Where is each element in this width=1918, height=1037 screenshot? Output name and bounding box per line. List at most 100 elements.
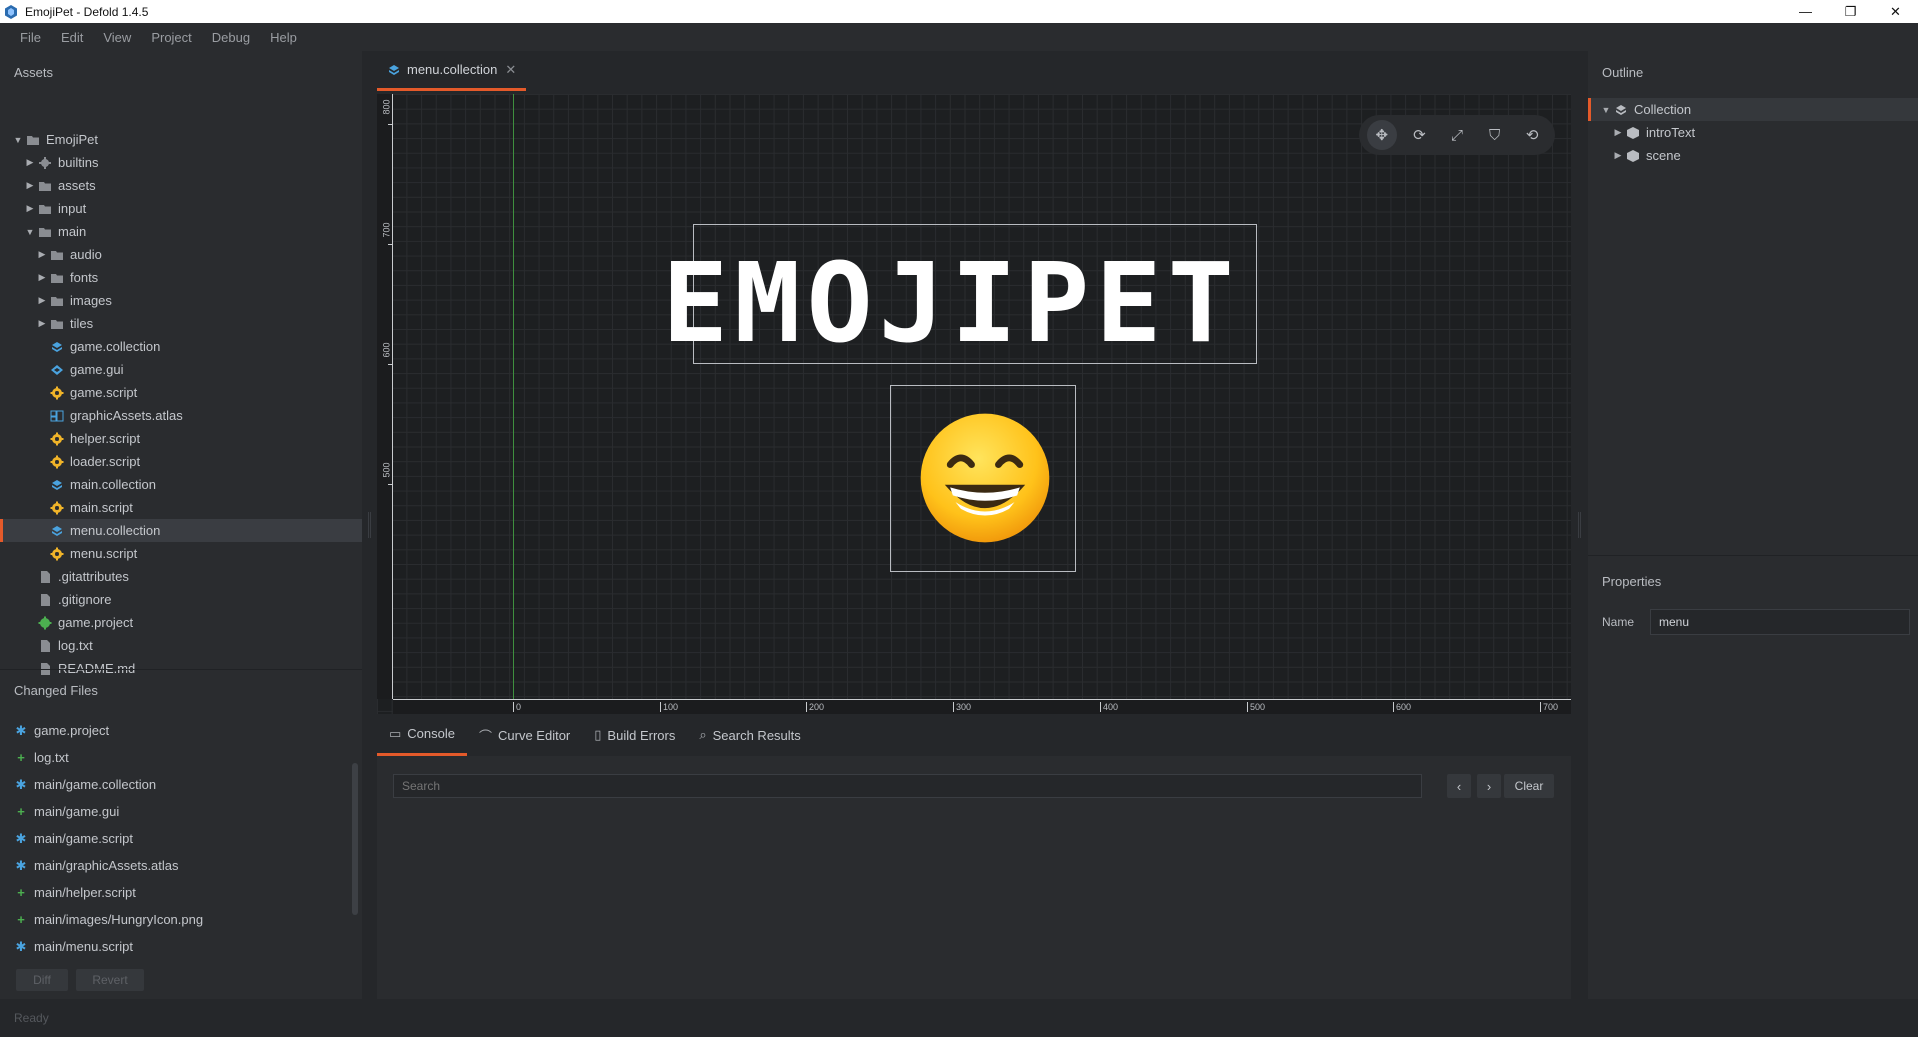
asset-item-tiles[interactable]: ▶ tiles [0, 312, 362, 335]
tab-close-icon[interactable]: ✕ [505, 62, 516, 78]
changed-file-item[interactable]: + main/images/HungryIcon.png [14, 906, 203, 933]
expand-arrow-icon[interactable]: ▼ [12, 134, 24, 146]
asset-item-label: fonts [70, 270, 99, 285]
changed-file-item[interactable]: + main/helper.script [14, 879, 136, 906]
outline-item-introtext[interactable]: ▶ introText [1612, 121, 1696, 144]
close-window-button[interactable]: ✕ [1873, 0, 1918, 23]
ruler-h-label: 200 [809, 702, 825, 712]
asset-item-graphicassets-atlas[interactable]: graphicAssets.atlas [0, 404, 362, 427]
changed-file-item[interactable]: + log.txt [14, 744, 68, 771]
asset-item-main[interactable]: ▼ main [0, 220, 362, 243]
arrow-spacer [24, 640, 36, 652]
changed-file-label: main/game.collection [34, 777, 157, 792]
scale-tool-icon[interactable]: ⤢ [1442, 120, 1472, 150]
outline-item-scene[interactable]: ▶ scene [1612, 144, 1681, 167]
expand-arrow-icon[interactable]: ▼ [24, 226, 36, 238]
asset-item-fonts[interactable]: ▶ fonts [0, 266, 362, 289]
expand-arrow-icon[interactable]: ▶ [36, 249, 48, 261]
arrow-spacer [36, 502, 48, 514]
changed-file-item[interactable]: ✱ main/menu.script [14, 933, 133, 960]
diff-button[interactable]: Diff [16, 969, 68, 991]
asset-item-helper-script[interactable]: helper.script [0, 427, 362, 450]
menu-debug[interactable]: Debug [212, 30, 250, 45]
asset-item-menu-collection[interactable]: menu.collection [0, 519, 362, 542]
tab-menu-collection[interactable]: menu.collection ✕ [377, 51, 527, 91]
asset-item-assets[interactable]: ▶ assets [0, 174, 362, 197]
changed-file-item[interactable]: + main/game.gui [14, 798, 119, 825]
tab-build-errors[interactable]: ▯ Build Errors [582, 714, 687, 756]
asset-item-gitignore[interactable]: .gitignore [0, 588, 362, 611]
name-property-field[interactable]: menu [1650, 609, 1910, 635]
title-bar: EmojiPet - Defold 1.4.5 — ❐ ✕ [0, 0, 1918, 23]
rotate-tool-icon[interactable]: ⟳ [1404, 120, 1434, 150]
asset-item-emojipet[interactable]: ▼ EmojiPet [0, 128, 362, 151]
expand-arrow-icon[interactable]: ▶ [24, 157, 36, 169]
menu-project[interactable]: Project [151, 30, 191, 45]
asset-item-main-script[interactable]: main.script [0, 496, 362, 519]
expand-arrow-icon[interactable]: ▶ [36, 318, 48, 330]
menu-view[interactable]: View [103, 30, 131, 45]
changed-file-item[interactable]: ✱ main/game.script [14, 825, 133, 852]
asset-item-gitattributes[interactable]: .gitattributes [0, 565, 362, 588]
clear-console-button[interactable]: Clear [1504, 774, 1554, 798]
asset-item-game-gui[interactable]: game.gui [0, 358, 362, 381]
tab-search-results-label: Search Results [712, 727, 801, 743]
asset-item-loader-script[interactable]: loader.script [0, 450, 362, 473]
expand-arrow-icon[interactable]: ▶ [24, 180, 36, 192]
minimize-button[interactable]: — [1783, 0, 1828, 23]
previous-match-button[interactable]: ‹ [1447, 774, 1471, 798]
atlas-icon [50, 409, 64, 423]
changed-file-item[interactable]: ✱ main/graphicAssets.atlas [14, 852, 179, 879]
gui-icon [50, 363, 64, 377]
visibility-filter-icon[interactable]: ⛉ [1480, 120, 1510, 150]
asset-item-builtins[interactable]: ▶ builtins [0, 151, 362, 174]
maximize-button[interactable]: ❐ [1828, 0, 1873, 23]
changed-file-item[interactable]: ✱ main/game.collection [14, 771, 157, 798]
asset-item-images[interactable]: ▶ images [0, 289, 362, 312]
tab-curve-editor[interactable]: ⌒ Curve Editor [467, 714, 582, 756]
asset-item-input[interactable]: ▶ input [0, 197, 362, 220]
folder-icon [38, 179, 52, 193]
asset-item-menu-script[interactable]: menu.script [0, 542, 362, 565]
window-title: EmojiPet - Defold 1.4.5 [25, 4, 149, 19]
ruler-h-label: 500 [1250, 702, 1266, 712]
outline-item-collection[interactable]: ▼ Collection [1588, 98, 1918, 121]
expand-arrow-icon[interactable]: ▼ [1600, 104, 1612, 116]
expand-arrow-icon[interactable]: ▶ [36, 295, 48, 307]
ruler-h-label: 100 [663, 702, 679, 712]
asset-item-main-collection[interactable]: main.collection [0, 473, 362, 496]
changed-file-item[interactable]: ✱ game.project [14, 717, 110, 744]
console-search-input[interactable] [393, 774, 1422, 798]
revert-button[interactable]: Revert [76, 969, 144, 991]
game-object-icon [1627, 126, 1639, 139]
expand-arrow-icon[interactable]: ▶ [24, 203, 36, 215]
asset-item-game-project[interactable]: game.project [0, 611, 362, 634]
changed-files-scrollbar[interactable] [352, 763, 358, 915]
asset-item-label: images [70, 293, 112, 308]
camera-reset-icon[interactable]: ⟲ [1517, 120, 1547, 150]
menu-edit[interactable]: Edit [61, 30, 83, 45]
asset-item-game-collection[interactable]: game.collection [0, 335, 362, 358]
menu-help[interactable]: Help [270, 30, 297, 45]
left-splitter-handle[interactable] [368, 512, 371, 538]
next-match-button[interactable]: › [1477, 774, 1501, 798]
asset-item-game-script[interactable]: game.script [0, 381, 362, 404]
tab-console[interactable]: ▭ Console [377, 714, 467, 756]
script-gear-icon [50, 386, 64, 400]
asset-item-label: main [58, 224, 87, 239]
asset-item-label: assets [58, 178, 96, 193]
right-splitter-handle[interactable] [1578, 512, 1581, 538]
expand-arrow-icon[interactable]: ▶ [1612, 127, 1624, 139]
ruler-h-label: 300 [956, 702, 972, 712]
tab-build-errors-label: Build Errors [607, 727, 676, 743]
asset-item-audio[interactable]: ▶ audio [0, 243, 362, 266]
tab-search-results[interactable]: ⌕ Search Results [687, 714, 812, 756]
expand-arrow-icon[interactable]: ▶ [36, 272, 48, 284]
move-tool-icon[interactable]: ✥ [1366, 120, 1397, 150]
folder-icon [38, 202, 52, 216]
scene-viewport[interactable]: 800 700 600 500 0 100 200 300 400 500 60… [377, 94, 1571, 714]
asset-item-log-txt[interactable]: log.txt [0, 634, 362, 657]
asset-item-label: game.gui [70, 362, 124, 377]
expand-arrow-icon[interactable]: ▶ [1612, 150, 1624, 162]
menu-file[interactable]: File [20, 30, 41, 45]
